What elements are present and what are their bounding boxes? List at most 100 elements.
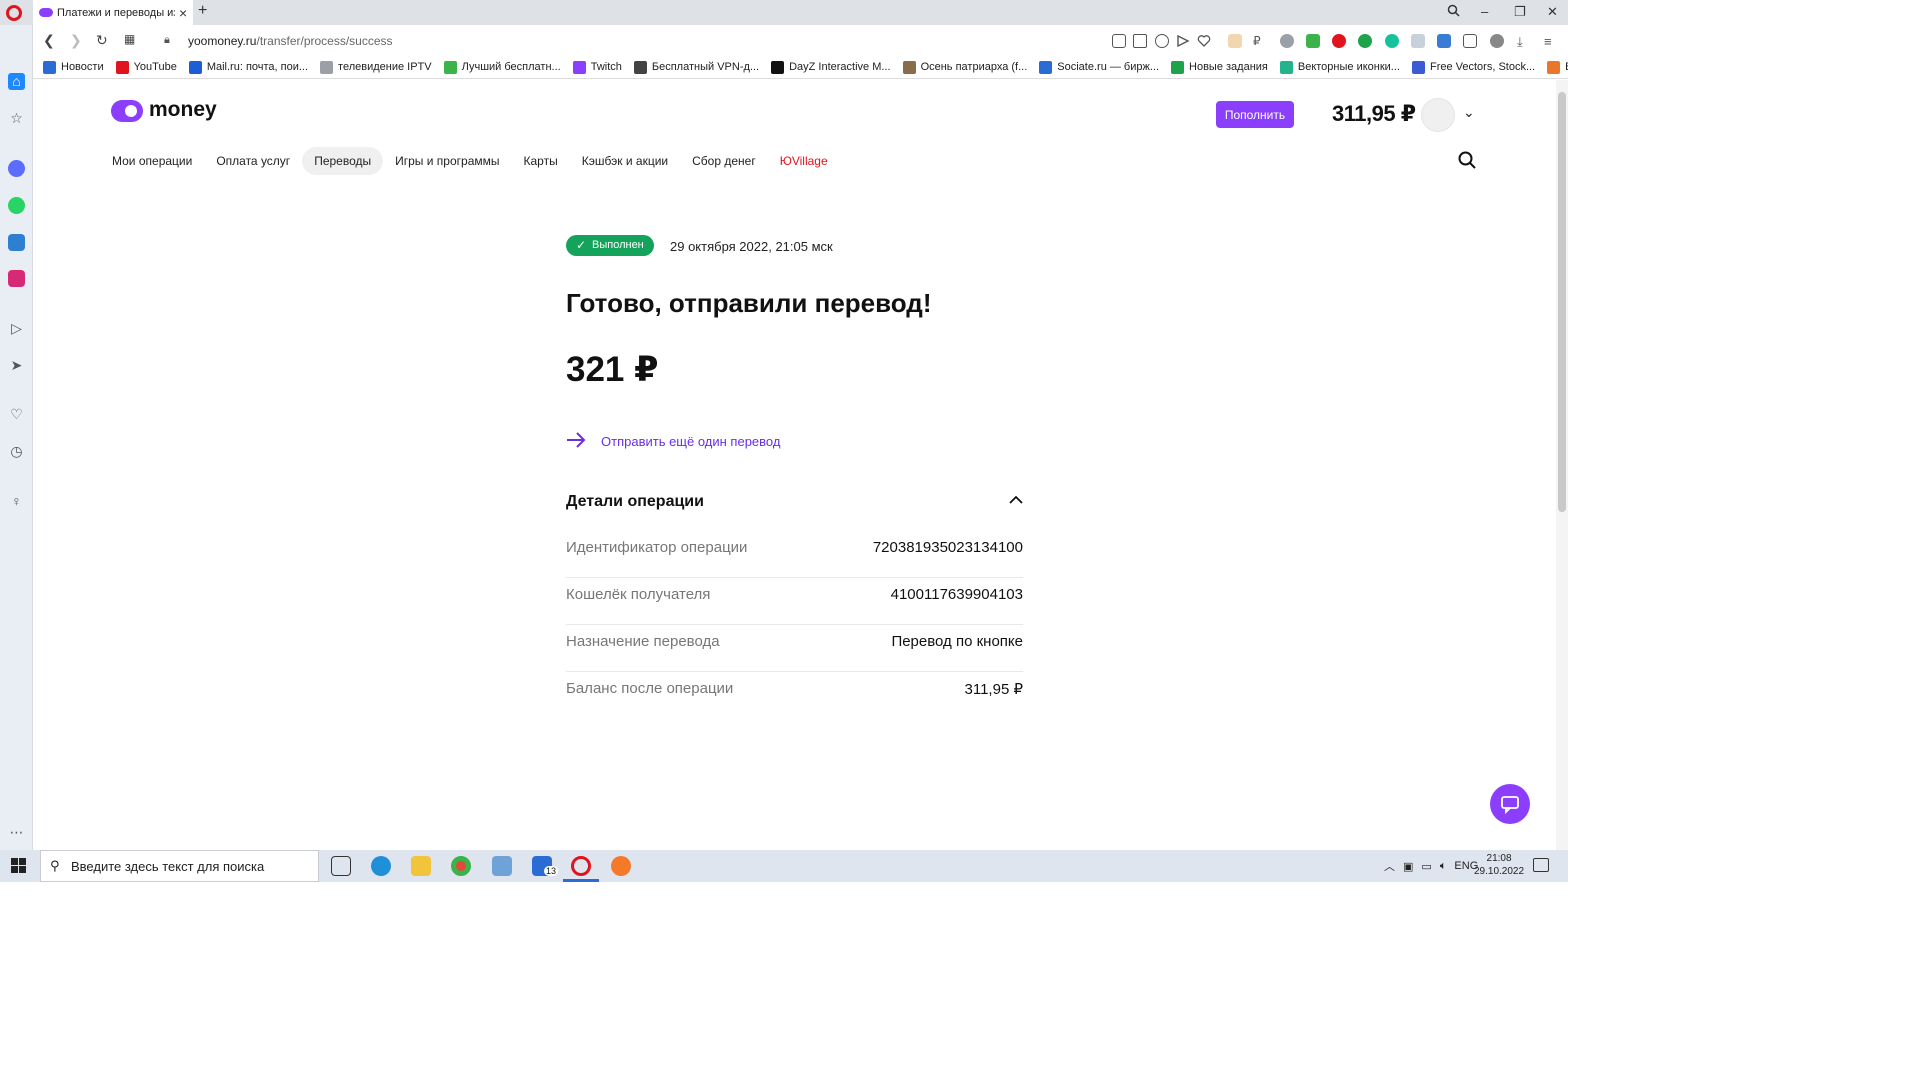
details-row: Кошелёк получателя 4100117639904103 bbox=[566, 578, 1023, 625]
nav-item[interactable]: Сбор денег bbox=[680, 147, 768, 175]
messenger-icon[interactable] bbox=[8, 160, 25, 177]
topup-button[interactable]: Пополнить bbox=[1216, 101, 1294, 128]
translate-icon[interactable] bbox=[1437, 34, 1451, 48]
forward-button[interactable]: ❯ bbox=[70, 32, 82, 49]
tab-close-icon[interactable]: × bbox=[179, 5, 187, 21]
logo-text[interactable]: money bbox=[149, 98, 217, 122]
bookmark-item[interactable]: Осень патриарха (f... bbox=[902, 60, 1027, 74]
favorites-icon[interactable]: ♡ bbox=[8, 406, 25, 423]
vk-icon[interactable] bbox=[8, 234, 25, 251]
chrome-icon[interactable] bbox=[451, 856, 471, 876]
download-extension-icon[interactable] bbox=[1306, 34, 1320, 48]
opera-menu-icon[interactable] bbox=[6, 5, 22, 21]
block-ads-icon[interactable] bbox=[1155, 34, 1169, 48]
close-window-button[interactable]: ✕ bbox=[1547, 4, 1558, 20]
yoomoney-logo-icon[interactable] bbox=[111, 100, 143, 122]
nav-item[interactable]: Карты bbox=[512, 147, 570, 175]
adblock-icon[interactable] bbox=[1332, 34, 1346, 48]
reload-button[interactable]: ↻ bbox=[96, 32, 108, 49]
bookmark-item[interactable]: Free Vectors, Stock... bbox=[1411, 60, 1535, 74]
restore-button[interactable]: ❐ bbox=[1514, 4, 1526, 20]
nav-item[interactable]: Кэшбэк и акции bbox=[570, 147, 680, 175]
avatar[interactable] bbox=[1421, 98, 1455, 132]
nav-item[interactable]: Игры и программы bbox=[383, 147, 511, 175]
history-icon[interactable]: ◷ bbox=[8, 443, 25, 460]
new-tab-button[interactable]: + bbox=[198, 2, 207, 20]
send-icon[interactable] bbox=[1176, 34, 1190, 48]
windows-start-icon[interactable] bbox=[11, 858, 26, 873]
nav-item[interactable]: Переводы bbox=[302, 147, 384, 175]
star-icon[interactable]: ☆ bbox=[8, 110, 25, 127]
volume-icon[interactable]: 🔈︎ bbox=[1440, 860, 1447, 873]
grammarly-icon[interactable] bbox=[1385, 34, 1399, 48]
home-icon[interactable]: ⌂ bbox=[8, 73, 25, 90]
speed-dial-icon[interactable]: ▦ bbox=[124, 32, 135, 46]
details-row: Идентификатор операции 72038193502313410… bbox=[566, 531, 1023, 578]
app-icon[interactable] bbox=[492, 856, 512, 876]
whatsapp-icon[interactable] bbox=[8, 197, 25, 214]
scrollbar-thumb[interactable] bbox=[1558, 92, 1566, 512]
bookmark-item[interactable]: телевидение IPTV bbox=[320, 60, 432, 74]
share-icon[interactable] bbox=[1112, 34, 1126, 48]
edge-icon[interactable] bbox=[371, 856, 391, 876]
chat-button[interactable] bbox=[1490, 784, 1530, 824]
file-explorer-icon[interactable] bbox=[411, 856, 431, 876]
bookmark-label: телевидение IPTV bbox=[338, 61, 432, 73]
url-field[interactable]: yoomoney.ru/transfer/process/success bbox=[188, 34, 393, 48]
taskbar-search-input[interactable]: Введите здесь текст для поиска bbox=[40, 850, 319, 882]
lock-icon[interactable]: 🔒︎ bbox=[164, 34, 170, 47]
heart-icon[interactable] bbox=[1197, 34, 1211, 48]
task-view-icon[interactable] bbox=[331, 856, 351, 876]
cube-icon[interactable] bbox=[1463, 34, 1477, 48]
bookmark-favicon-icon bbox=[771, 60, 785, 74]
bookmark-item[interactable]: Новости bbox=[43, 60, 104, 74]
minimize-button[interactable]: – bbox=[1481, 4, 1488, 19]
chevron-down-icon[interactable]: ⌄ bbox=[1463, 104, 1475, 121]
notification-center-icon[interactable] bbox=[1533, 858, 1549, 872]
tab-search-icon[interactable] bbox=[1447, 4, 1460, 20]
bookmark-label: Векторные иконки... bbox=[1297, 61, 1400, 73]
ruble-extension-icon[interactable]: ₽ bbox=[1253, 34, 1267, 48]
bookmark-item[interactable]: Mail.ru: почта, пои... bbox=[188, 60, 308, 74]
m-extension-icon[interactable] bbox=[1280, 34, 1294, 48]
firefox-icon[interactable] bbox=[611, 856, 631, 876]
bookmark-item[interactable]: Twitch bbox=[572, 60, 622, 74]
profile-icon[interactable] bbox=[1490, 34, 1504, 48]
bookmark-label: DayZ Interactive M... bbox=[789, 61, 891, 73]
bookmark-item[interactable]: DayZ Interactive M... bbox=[771, 60, 891, 74]
bookmark-item[interactable]: Sociate.ru — бирж... bbox=[1039, 60, 1159, 74]
chevron-up-icon[interactable]: ︿ bbox=[1384, 858, 1395, 874]
opera-taskbar-icon[interactable] bbox=[571, 856, 591, 876]
extension-icon[interactable] bbox=[1228, 34, 1242, 48]
header-balance[interactable]: 311,95 ₽ bbox=[1332, 101, 1416, 127]
nav-item[interactable]: Мои операции bbox=[100, 147, 204, 175]
back-button[interactable]: ❮ bbox=[43, 32, 55, 49]
arrow-right-icon[interactable] bbox=[566, 432, 586, 448]
nav-item[interactable]: ЮVillage bbox=[768, 147, 840, 175]
easy-setup-icon[interactable]: ≡ bbox=[1544, 34, 1558, 49]
downloads-icon[interactable]: ⤓ bbox=[1517, 34, 1531, 49]
camera-icon[interactable] bbox=[1133, 34, 1147, 48]
bookmark-item[interactable]: Лучший бесплатн... bbox=[443, 60, 561, 74]
search-icon[interactable] bbox=[1458, 151, 1476, 169]
chevron-up-icon[interactable] bbox=[1009, 495, 1023, 505]
instagram-icon[interactable] bbox=[8, 270, 25, 287]
bookmark-item[interactable]: YouTube bbox=[115, 60, 177, 74]
bookmark-item[interactable]: Новые задания bbox=[1171, 60, 1268, 74]
meet-icon[interactable]: ▣ bbox=[1403, 860, 1413, 873]
green-extension-icon[interactable] bbox=[1358, 34, 1372, 48]
player-icon[interactable]: ▷ bbox=[8, 320, 25, 337]
details-title[interactable]: Детали операции bbox=[566, 493, 704, 511]
browser-tab[interactable]: Платежи и переводы из з × bbox=[33, 0, 193, 25]
bookmark-item[interactable]: Бесплатный VPN-д... bbox=[633, 60, 759, 74]
network-icon[interactable]: ▭ bbox=[1421, 860, 1431, 873]
clock[interactable]: 21:08 29.10.2022 bbox=[1474, 852, 1524, 878]
send-sidebar-icon[interactable]: ➤ bbox=[8, 357, 25, 374]
bookmark-item[interactable]: Browse Fonts - Goo... bbox=[1547, 60, 1568, 74]
send-another-link[interactable]: Отправить ещё один перевод bbox=[601, 434, 780, 449]
more-icon[interactable]: ⋯ bbox=[8, 824, 25, 841]
lightbulb-icon[interactable]: ♀ bbox=[8, 493, 25, 510]
nav-item[interactable]: Оплата услуг bbox=[204, 147, 302, 175]
shield-extension-icon[interactable] bbox=[1411, 34, 1425, 48]
bookmark-item[interactable]: Векторные иконки... bbox=[1279, 60, 1400, 74]
